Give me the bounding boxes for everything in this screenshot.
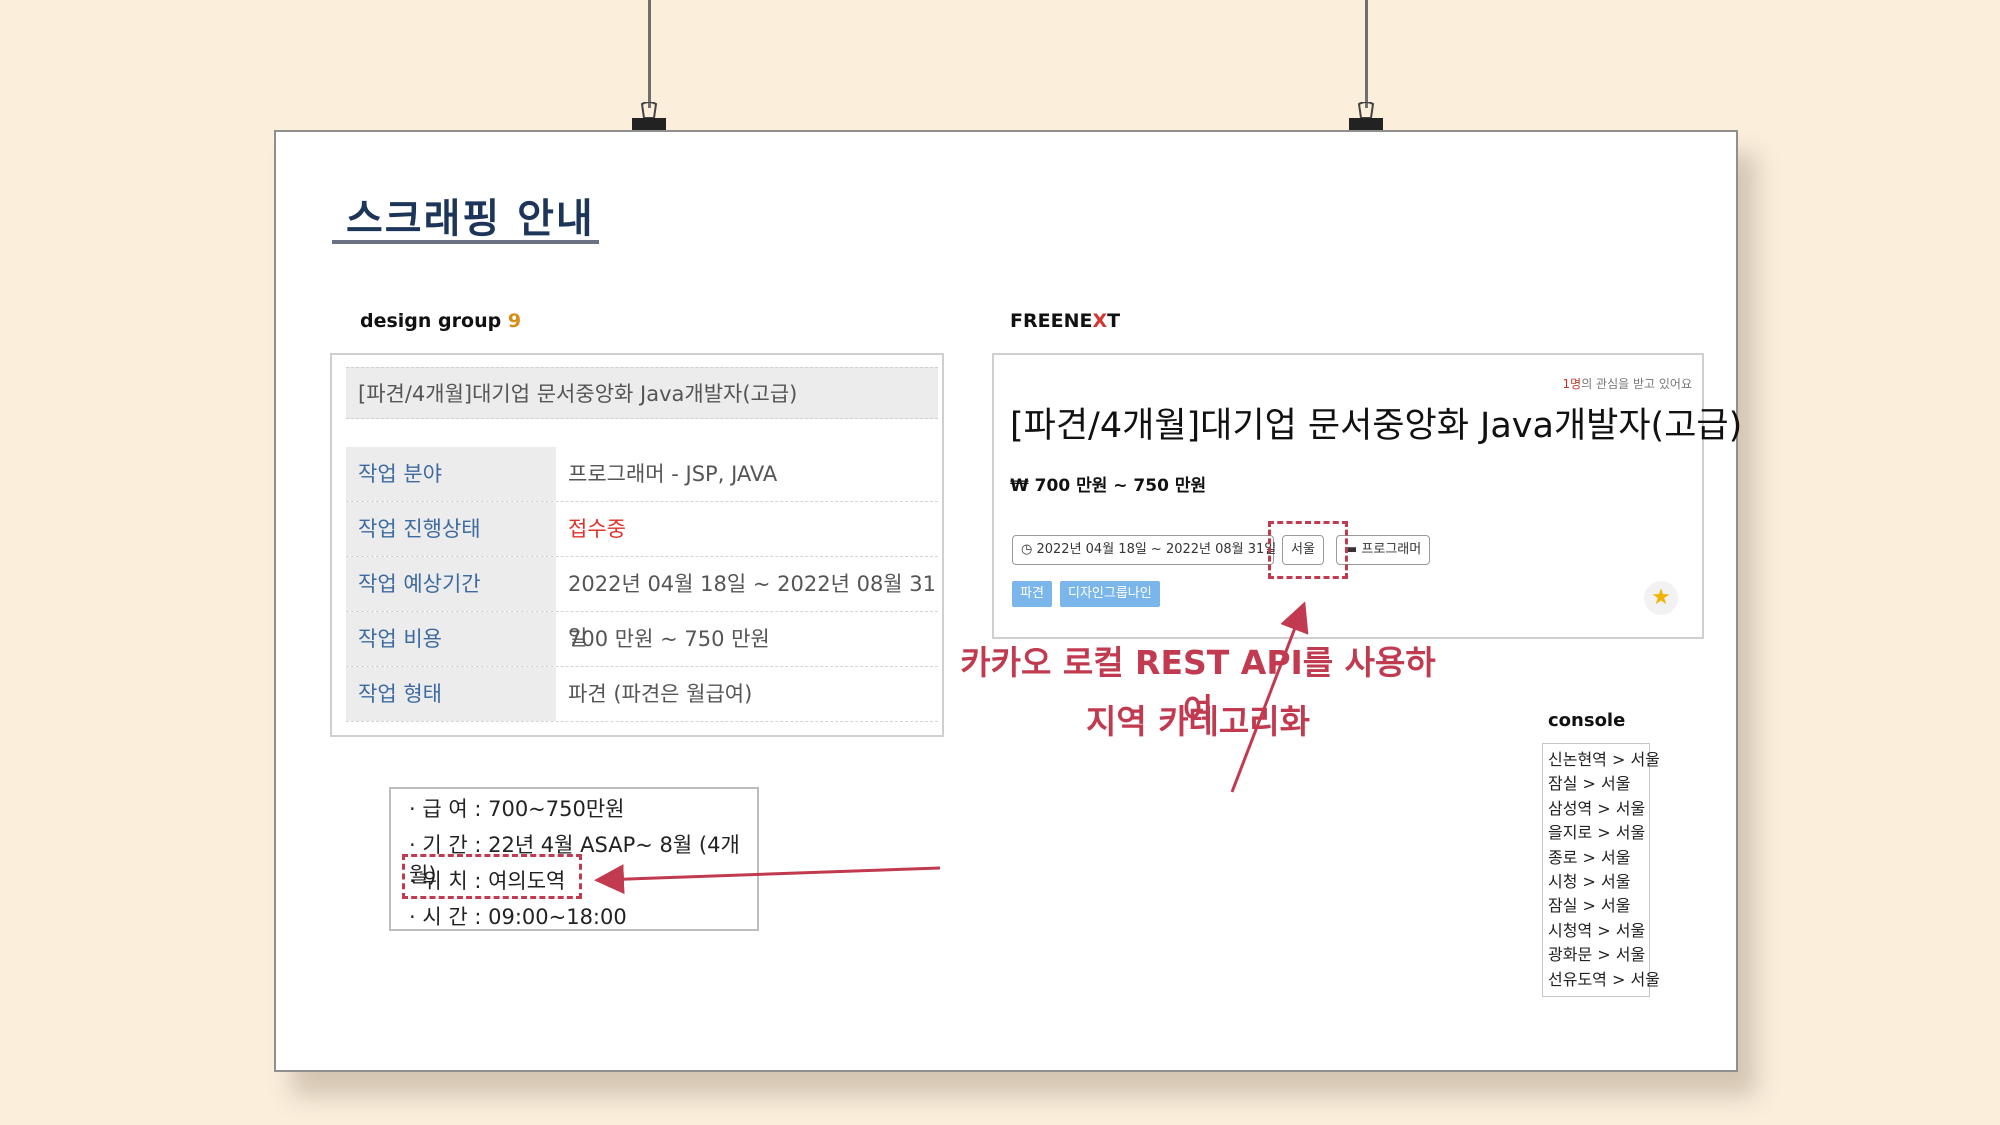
- console-line: 광화문 > 서울: [1548, 945, 1646, 965]
- period-chip-label: 2022년 04월 18일 ~ 2022년 08월 31일: [1036, 542, 1277, 557]
- freenext-label-part: FREENE: [1010, 310, 1093, 332]
- console-line: 잠실 > 서울: [1548, 774, 1631, 794]
- table-row: 작업 진행상태 접수중: [346, 502, 938, 557]
- console-label: console: [1548, 710, 1626, 731]
- hours-line: · 시 간 : 09:00~18:00: [409, 905, 627, 929]
- row-key: 작업 비용: [346, 612, 556, 666]
- row-key: 작업 진행상태: [346, 502, 556, 556]
- design-group-label: design group 9: [360, 310, 521, 332]
- role-chip-label: 프로그래머: [1361, 542, 1422, 557]
- job-title: [파견/4개월]대기업 문서중앙화 Java개발자(고급): [346, 367, 938, 419]
- star-icon[interactable]: ★: [1644, 581, 1678, 615]
- row-key: 작업 예상기간: [346, 557, 556, 611]
- design-group-name: design group: [360, 310, 502, 332]
- freenext-label-part: T: [1107, 310, 1121, 332]
- console-line: 시청 > 서울: [1548, 872, 1631, 892]
- console-line: 시청역 > 서울: [1548, 920, 1646, 940]
- console-line: 삼성역 > 서울: [1548, 798, 1646, 818]
- console-output: 신논현역 > 서울 잠실 > 서울 삼성역 > 서울 을지로 > 서울 종로 >…: [1542, 743, 1660, 997]
- design-group-job-panel: [파견/4개월]대기업 문서중앙화 Java개발자(고급) 작업 분야 프로그래…: [330, 353, 944, 737]
- interest-number: 1명: [1562, 377, 1582, 391]
- design-group-number: 9: [507, 310, 522, 332]
- console-line: 선유도역 > 서울: [1548, 969, 1660, 989]
- location-chip-highlight: [1268, 521, 1348, 579]
- row-value: 2022년 04월 18일 ~ 2022년 08월 31일: [568, 572, 937, 650]
- row-value: 파견 (파견은 월급여): [568, 682, 753, 706]
- role-chip: ▬ 프로그래머: [1336, 535, 1431, 565]
- salary-line: · 급 여 : 700~750만원: [409, 797, 625, 821]
- interest-count: 1명의 관심을 받고 있어요: [1563, 375, 1693, 392]
- tag-company: 디자인그룹나인: [1060, 581, 1160, 607]
- console-line: 신논현역 > 서울: [1548, 750, 1660, 769]
- period-chip: ◷ 2022년 04월 18일 ~ 2022년 08월 31일: [1012, 535, 1277, 565]
- tag-dispatch: 파견: [1012, 581, 1052, 607]
- row-key: 작업 형태: [346, 667, 556, 721]
- pay-range: ₩ 700 만원 ~ 750 만원: [1010, 476, 1207, 496]
- slide-title: 스크래핑 안내: [346, 196, 595, 242]
- slide-board: 스크래핑 안내 design group 9 [파견/4개월]대기업 문서중앙화…: [274, 130, 1742, 1072]
- row-value: 700 만원 ~ 750 만원: [568, 627, 770, 651]
- table-row: 작업 비용 700 만원 ~ 750 만원: [346, 612, 938, 667]
- freenext-label: FREENEXT: [1010, 310, 1120, 332]
- table-row: 작업 분야 프로그래머 - JSP, JAVA: [346, 447, 938, 502]
- interest-text: 의 관심을 받고 있어요: [1581, 377, 1692, 391]
- table-row: 작업 형태 파견 (파견은 월급여): [346, 667, 938, 722]
- freenext-label-x: X: [1092, 310, 1108, 332]
- hanging-wire-left: [648, 0, 651, 108]
- location-highlight: [402, 854, 582, 899]
- row-key: 작업 분야: [346, 447, 556, 501]
- console-line: 종로 > 서울: [1548, 847, 1631, 867]
- status-value: 접수중: [568, 517, 626, 541]
- row-value: 프로그래머 - JSP, JAVA: [568, 462, 778, 486]
- console-line: 잠실 > 서울: [1548, 896, 1631, 916]
- caption-line-2: 지역 카테고리화: [1085, 702, 1310, 741]
- table-row: 작업 예상기간 2022년 04월 18일 ~ 2022년 08월 31일: [346, 557, 938, 650]
- job-title[interactable]: [파견/4개월]대기업 문서중앙화 Java개발자(고급): [1010, 397, 1742, 448]
- hanging-wire-right: [1365, 0, 1368, 108]
- title-underline: [332, 240, 599, 244]
- clock-icon: ◷: [1021, 542, 1037, 557]
- console-line: 을지로 > 서울: [1548, 823, 1646, 843]
- freenext-job-card: 1명의 관심을 받고 있어요 [파견/4개월]대기업 문서중앙화 Java개발자…: [992, 353, 1742, 639]
